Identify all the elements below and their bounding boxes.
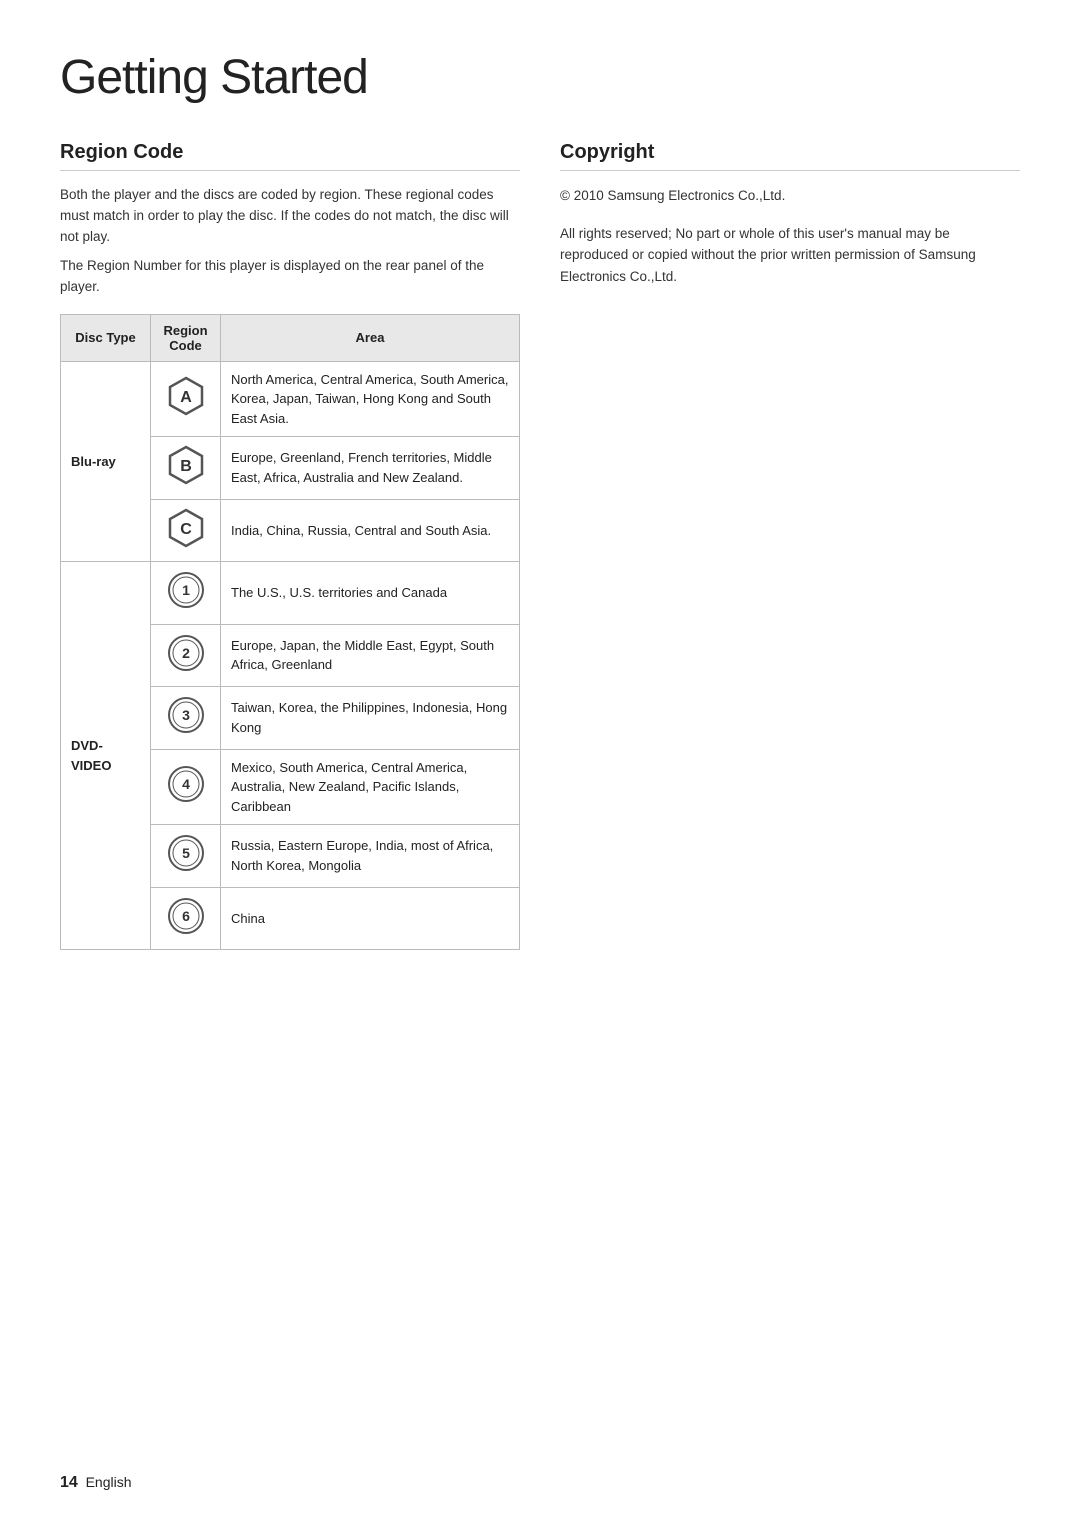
region-icon-1: 1 xyxy=(151,562,221,625)
copyright-title: Copyright xyxy=(560,141,1020,164)
region-icon-B: B xyxy=(151,437,221,500)
area-text: India, China, Russia, Central and South … xyxy=(221,499,520,562)
svg-text:6: 6 xyxy=(182,908,190,924)
disc-type-dvd: DVD-VIDEO xyxy=(61,562,151,950)
area-text: Europe, Japan, the Middle East, Egypt, S… xyxy=(221,624,520,687)
area-text: The U.S., U.S. territories and Canada xyxy=(221,562,520,625)
region-icon-4: 4 xyxy=(151,749,221,825)
area-text: Russia, Eastern Europe, India, most of A… xyxy=(221,825,520,888)
section-divider-copyright xyxy=(560,170,1020,171)
area-text: Mexico, South America, Central America, … xyxy=(221,749,520,825)
area-text: North America, Central America, South Am… xyxy=(221,361,520,437)
copyright-line2: All rights reserved; No part or whole of… xyxy=(560,223,1020,288)
col-header-region-code: RegionCode xyxy=(151,314,221,361)
svg-text:3: 3 xyxy=(182,707,190,723)
svg-text:A: A xyxy=(180,389,192,406)
region-code-para1: Both the player and the discs are coded … xyxy=(60,185,520,248)
region-icon-C: C xyxy=(151,499,221,562)
table-row: DVD-VIDEO 1 The U.S., U.S. territories a… xyxy=(61,562,520,625)
region-code-section: Region Code Both the player and the disc… xyxy=(60,141,520,950)
region-code-table: Disc Type RegionCode Area Blu-ray A Nort… xyxy=(60,314,520,951)
svg-text:2: 2 xyxy=(182,645,190,661)
page-title: Getting Started xyxy=(60,50,1020,105)
disc-type-bluray: Blu-ray xyxy=(61,361,151,562)
svg-text:4: 4 xyxy=(182,776,190,792)
col-header-area: Area xyxy=(221,314,520,361)
region-code-title: Region Code xyxy=(60,141,520,164)
page-footer: 14 English xyxy=(60,1474,132,1492)
region-icon-5: 5 xyxy=(151,825,221,888)
area-text: China xyxy=(221,887,520,950)
col-header-disc-type: Disc Type xyxy=(61,314,151,361)
area-text: Europe, Greenland, French territories, M… xyxy=(221,437,520,500)
region-icon-2: 2 xyxy=(151,624,221,687)
copyright-section: Copyright © 2010 Samsung Electronics Co.… xyxy=(560,141,1020,950)
region-icon-A: A xyxy=(151,361,221,437)
region-icon-3: 3 xyxy=(151,687,221,750)
svg-text:C: C xyxy=(180,521,192,538)
region-icon-6: 6 xyxy=(151,887,221,950)
copyright-line1: © 2010 Samsung Electronics Co.,Ltd. xyxy=(560,185,1020,207)
area-text: Taiwan, Korea, the Philippines, Indonesi… xyxy=(221,687,520,750)
page-language-label: English xyxy=(86,1474,132,1490)
page-number: 14 xyxy=(60,1474,78,1491)
svg-text:5: 5 xyxy=(182,845,190,861)
svg-text:1: 1 xyxy=(182,582,190,598)
table-row: Blu-ray A North America, Central America… xyxy=(61,361,520,437)
region-code-para2: The Region Number for this player is dis… xyxy=(60,256,520,298)
section-divider xyxy=(60,170,520,171)
svg-text:B: B xyxy=(180,458,192,475)
